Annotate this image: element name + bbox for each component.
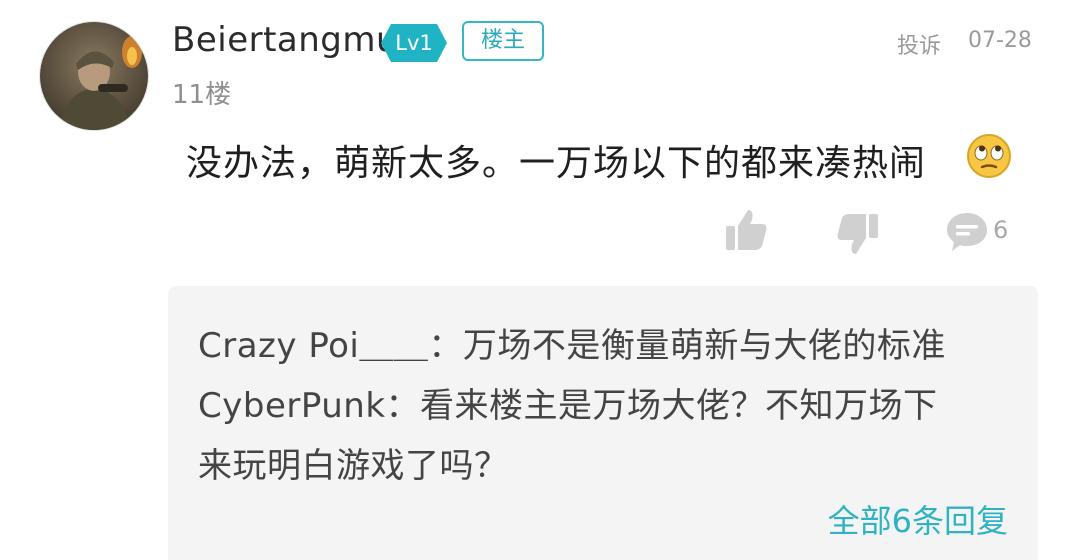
avatar[interactable] — [40, 22, 148, 130]
username[interactable]: Beiertangmu. — [172, 20, 409, 60]
reply-item-continued[interactable]: 来玩明白游戏了吗？ — [198, 438, 509, 487]
reply-item[interactable]: CyberPunk：看来楼主是万场大佬？不知万场下 — [198, 378, 938, 427]
thumbs-down-icon[interactable] — [834, 210, 882, 262]
rolling-eyes-emoji-icon — [966, 133, 1012, 179]
thumbs-up-icon[interactable] — [722, 206, 770, 258]
reply-item[interactable]: Crazy Poi＿＿：万场不是衡量萌新与大佬的标准 — [198, 318, 946, 367]
view-all-replies-link[interactable]: 全部6条回复 — [828, 496, 1008, 542]
floor-number: 11楼 — [172, 80, 232, 110]
comment-icon[interactable] — [945, 210, 989, 258]
comment-post: Beiertangmu. Lv1 楼主 投诉 07-28 11楼 没办法，萌新太… — [0, 0, 1080, 560]
report-link[interactable]: 投诉 — [897, 28, 941, 60]
comment-count: 6 — [993, 216, 1009, 244]
op-badge: 楼主 — [462, 21, 544, 61]
reply-preview-box[interactable]: Crazy Poi＿＿：万场不是衡量萌新与大佬的标准 CyberPunk：看来楼… — [168, 286, 1038, 560]
level-badge: Lv1 — [381, 24, 447, 62]
post-content: 没办法，萌新太多。一万场以下的都来凑热闹 — [186, 143, 927, 184]
level-text: Lv1 — [395, 31, 433, 55]
post-date: 07-28 — [968, 28, 1032, 53]
